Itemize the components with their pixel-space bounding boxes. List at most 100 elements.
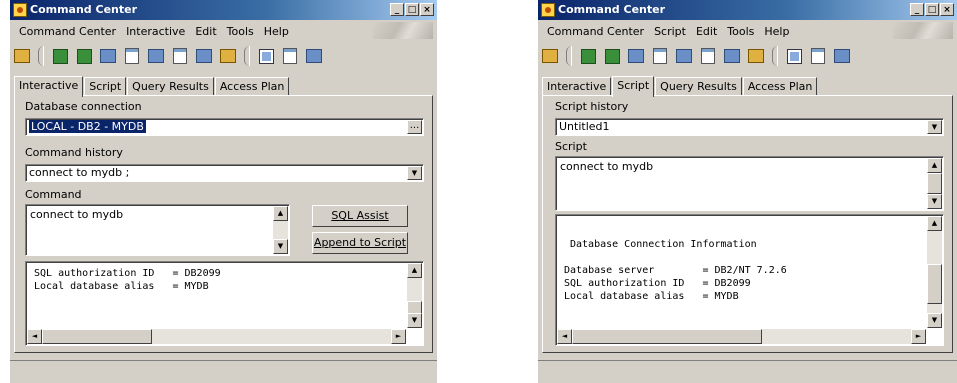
health-center-icon[interactable] — [722, 46, 742, 66]
menu-tools[interactable]: Tools — [722, 25, 759, 38]
toolbar-separator — [772, 46, 778, 66]
scroll-thumb[interactable] — [927, 264, 942, 304]
scroll-down-icon[interactable]: ▼ — [407, 313, 422, 328]
output-area[interactable]: Database Connection Information Database… — [555, 214, 944, 346]
health-center-icon[interactable] — [194, 46, 214, 66]
maximize-button[interactable]: □ — [925, 3, 939, 16]
command-vertical-scrollbar[interactable]: ▲ ▼ — [273, 206, 288, 254]
script-label: Script — [555, 140, 587, 153]
minimize-button[interactable]: _ — [910, 3, 924, 16]
window-title: Command Center — [558, 3, 666, 16]
close-button[interactable]: × — [940, 3, 954, 16]
control-center-icon[interactable] — [578, 46, 598, 66]
settings-tool-icon[interactable] — [540, 46, 560, 66]
tab-interactive[interactable]: Interactive — [14, 76, 84, 97]
output-vertical-scrollbar[interactable]: ▲ ▼ — [927, 216, 942, 328]
browse-button[interactable]: ... — [407, 120, 422, 134]
menu-help[interactable]: Help — [759, 25, 794, 38]
control-center-icon[interactable] — [50, 46, 70, 66]
output-area[interactable]: SQL authorization ID = DB2099 Local data… — [25, 261, 424, 346]
scroll-down-icon[interactable]: ▼ — [273, 239, 288, 254]
command-history-dropdown[interactable]: connect to mydb ; ▼ — [25, 164, 424, 182]
status-bar — [10, 360, 437, 383]
scroll-up-icon[interactable]: ▲ — [407, 263, 422, 278]
scroll-left-icon[interactable]: ◄ — [557, 329, 572, 344]
title-bar[interactable]: Command Center _ □ × — [538, 0, 957, 20]
tab-script[interactable]: Script — [612, 76, 655, 97]
menu-edit[interactable]: Edit — [691, 25, 722, 38]
license-center-icon[interactable] — [784, 46, 804, 66]
development-center-icon[interactable] — [808, 46, 828, 66]
output-horizontal-scrollbar[interactable]: ◄ ► — [557, 329, 926, 344]
menu-command-center[interactable]: Command Center — [14, 25, 121, 38]
sql-assist-button[interactable]: SQL Assist — [312, 205, 408, 227]
maximize-button[interactable]: □ — [405, 3, 419, 16]
scroll-thumb[interactable] — [927, 173, 942, 194]
scroll-right-icon[interactable]: ► — [391, 329, 406, 344]
toolbar — [12, 43, 435, 69]
output-heading: Database Connection Information — [570, 239, 757, 250]
command-center-window-interactive: Command Center _ □ × Command Center Inte… — [10, 0, 437, 383]
menu-script[interactable]: Script — [649, 25, 691, 38]
script-vertical-scrollbar[interactable]: ▲ ▼ — [927, 158, 942, 209]
information-center-icon[interactable] — [304, 46, 324, 66]
app-icon — [541, 3, 555, 17]
scroll-left-icon[interactable]: ◄ — [27, 329, 42, 344]
script-history-dropdown[interactable]: Untitled1 ▼ — [555, 118, 944, 136]
tab-strip: Interactive Script Query Results Access … — [542, 76, 818, 97]
menu-tools[interactable]: Tools — [222, 25, 259, 38]
license-center-icon[interactable] — [256, 46, 276, 66]
scroll-up-icon[interactable]: ▲ — [273, 206, 288, 221]
scroll-up-icon[interactable]: ▲ — [927, 216, 942, 231]
replication-center-icon[interactable] — [74, 46, 94, 66]
replication-center-icon[interactable] — [602, 46, 622, 66]
minimize-button[interactable]: _ — [390, 3, 404, 16]
title-bar[interactable]: Command Center _ □ × — [10, 0, 437, 20]
command-center-icon[interactable] — [146, 46, 166, 66]
command-history-label: Command history — [25, 146, 123, 159]
development-center-icon[interactable] — [280, 46, 300, 66]
satellite-admin-icon[interactable] — [98, 46, 118, 66]
toolbar — [540, 43, 955, 69]
command-center-icon[interactable] — [674, 46, 694, 66]
tab-script[interactable]: Script — [84, 77, 127, 96]
chevron-down-icon[interactable]: ▼ — [407, 166, 422, 180]
task-center-icon[interactable] — [698, 46, 718, 66]
database-connection-field[interactable]: LOCAL - DB2 - MYDB ... — [25, 118, 424, 136]
chevron-down-icon[interactable]: ▼ — [927, 120, 942, 134]
logo-decoration — [893, 22, 953, 39]
tab-access-plan[interactable]: Access Plan — [742, 77, 818, 96]
append-to-script-label: Append to Script — [313, 236, 407, 249]
tab-interactive[interactable]: Interactive — [542, 77, 612, 96]
scroll-up-icon[interactable]: ▲ — [927, 158, 942, 173]
menu-help[interactable]: Help — [259, 25, 294, 38]
settings-tool-icon[interactable] — [12, 46, 32, 66]
scroll-down-icon[interactable]: ▼ — [927, 313, 942, 328]
script-input[interactable]: connect to mydb ▲ ▼ — [555, 156, 944, 211]
command-history-value: connect to mydb ; — [29, 166, 130, 179]
close-button[interactable]: × — [420, 3, 434, 16]
database-connection-value: LOCAL - DB2 - MYDB — [29, 120, 146, 133]
data-warehouse-icon[interactable] — [122, 46, 142, 66]
output-horizontal-scrollbar[interactable]: ◄ ► — [27, 329, 406, 344]
information-center-icon[interactable] — [832, 46, 852, 66]
scroll-thumb[interactable] — [572, 329, 762, 344]
append-to-script-button[interactable]: Append to Script — [312, 232, 408, 254]
data-warehouse-icon[interactable] — [650, 46, 670, 66]
app-icon — [13, 3, 27, 17]
scroll-thumb[interactable] — [42, 329, 152, 344]
task-center-icon[interactable] — [170, 46, 190, 66]
command-input[interactable]: connect to mydb ▲ ▼ — [25, 204, 290, 256]
tab-query-results[interactable]: Query Results — [127, 77, 214, 96]
scroll-right-icon[interactable]: ► — [911, 329, 926, 344]
scroll-down-icon[interactable]: ▼ — [927, 194, 942, 209]
menu-command-center[interactable]: Command Center — [542, 25, 649, 38]
menu-interactive[interactable]: Interactive — [121, 25, 190, 38]
tab-access-plan[interactable]: Access Plan — [214, 77, 290, 96]
output-vertical-scrollbar[interactable]: ▲ ▼ — [407, 263, 422, 328]
journal-icon[interactable] — [746, 46, 766, 66]
journal-icon[interactable] — [218, 46, 238, 66]
satellite-admin-icon[interactable] — [626, 46, 646, 66]
tab-query-results[interactable]: Query Results — [655, 77, 742, 96]
menu-edit[interactable]: Edit — [190, 25, 221, 38]
